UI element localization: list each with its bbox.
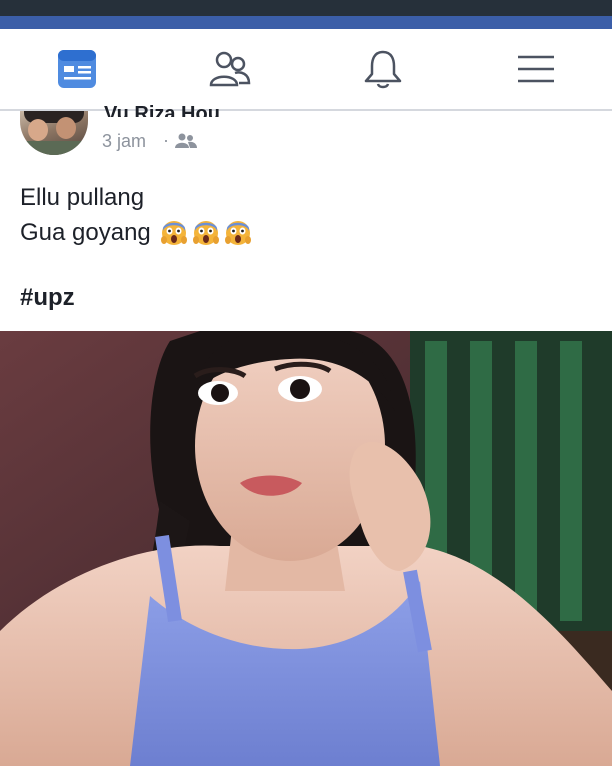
- avatar[interactable]: [20, 111, 88, 155]
- scream-emoji-icon: [160, 220, 187, 245]
- post-hashtag[interactable]: #upz: [20, 284, 75, 312]
- scream-emoji-icon: [224, 220, 251, 245]
- system-status-bar: [0, 0, 612, 16]
- tab-news-feed[interactable]: [37, 34, 117, 104]
- tab-menu[interactable]: [496, 34, 576, 104]
- post-timestamp[interactable]: 3 jam: [102, 131, 146, 152]
- notifications-bell-icon: [364, 50, 401, 89]
- post-header: Vu Riza Hou 3 jam ·: [0, 103, 612, 159]
- meta-separator: ·: [163, 130, 169, 150]
- post-line-2: Gua goyang: [20, 219, 151, 246]
- tab-friends[interactable]: [190, 34, 270, 104]
- app-header-bar: [0, 16, 612, 29]
- post-photo[interactable]: [0, 331, 612, 766]
- scream-emoji-icon: [192, 220, 219, 245]
- post-text: Ellu pullang Gua goyang: [20, 180, 251, 250]
- post-author-name[interactable]: Vu Riza Hou: [104, 103, 220, 117]
- tab-notifications[interactable]: [343, 34, 423, 104]
- news-feed-icon: [57, 50, 96, 88]
- selfie-photo-illustration: [0, 331, 612, 766]
- tab-navigation-bar: [0, 29, 612, 111]
- menu-hamburger-icon: [517, 55, 554, 83]
- friends-icon: [209, 51, 250, 87]
- friends-audience-icon: [175, 133, 197, 148]
- post-line-1: Ellu pullang: [20, 184, 145, 211]
